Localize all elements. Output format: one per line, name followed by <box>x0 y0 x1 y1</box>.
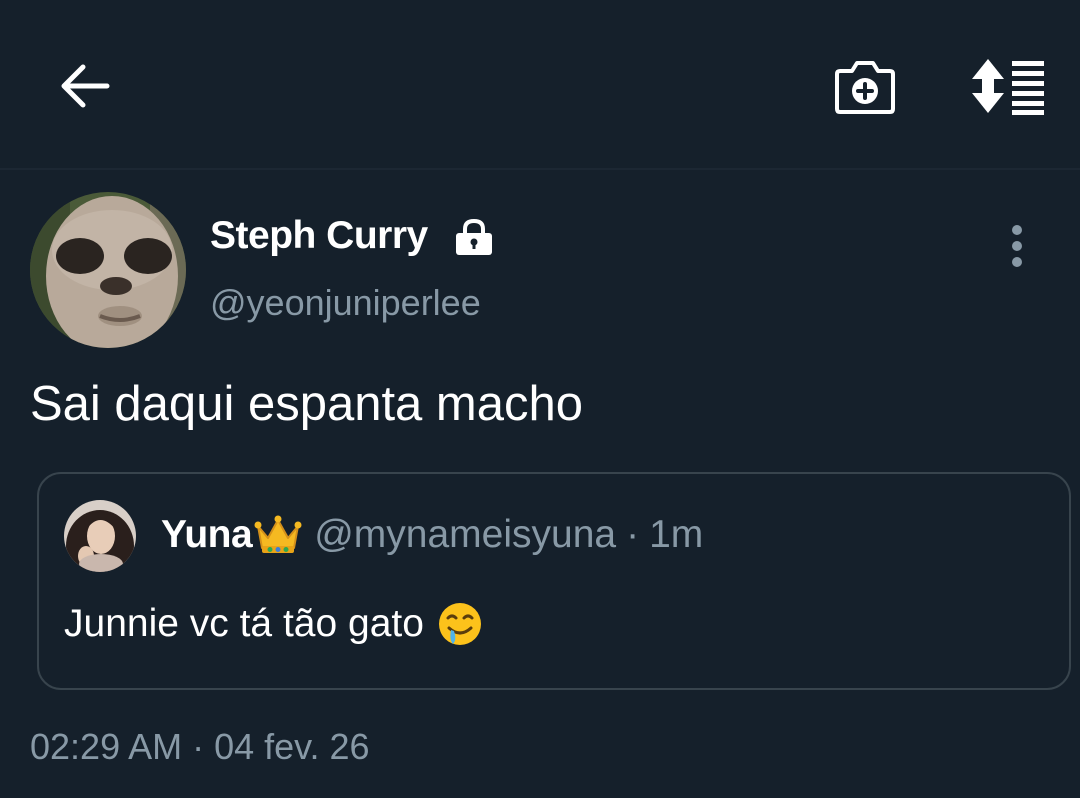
camera-button[interactable] <box>826 52 904 120</box>
avatar[interactable] <box>30 192 186 348</box>
drooling-face-icon <box>436 600 484 648</box>
quoted-time: 1m <box>649 513 704 556</box>
quoted-separator: · <box>626 513 640 556</box>
more-options-button[interactable] <box>996 220 1038 272</box>
quoted-header: Yuna @mynameisyuna · 1m <box>161 513 703 557</box>
quoted-handle[interactable]: @mynameisyuna <box>314 513 616 557</box>
quoted-text-row: Junnie vc tá tão gato <box>64 600 484 648</box>
lock-icon <box>453 218 495 256</box>
camera-add-icon <box>835 61 895 114</box>
tweet-text: Sai daqui espanta macho <box>30 377 583 431</box>
back-button[interactable] <box>50 52 118 120</box>
quoted-avatar[interactable] <box>64 500 136 572</box>
sort-button[interactable] <box>964 52 1056 120</box>
more-vertical-icon <box>1012 225 1022 267</box>
author-handle[interactable]: @yeonjuniperlee <box>210 282 481 324</box>
tweet: Steph Curry @yeonjuniperlee Sai daqui es… <box>0 170 1080 798</box>
quoted-text: Junnie vc tá tão gato <box>64 602 424 645</box>
sort-list-icon <box>972 59 1044 115</box>
quoted-display-name[interactable]: Yuna <box>161 513 253 557</box>
author-display-name[interactable]: Steph Curry <box>210 214 428 258</box>
crown-icon <box>254 514 302 556</box>
top-toolbar <box>0 0 1080 170</box>
quoted-tweet[interactable]: Yuna @mynameisyuna · 1m Junnie vc tá tão… <box>37 472 1071 690</box>
tweet-timestamp: 02:29 AM · 04 fev. 26 <box>30 726 370 767</box>
arrow-left-icon <box>61 64 110 108</box>
